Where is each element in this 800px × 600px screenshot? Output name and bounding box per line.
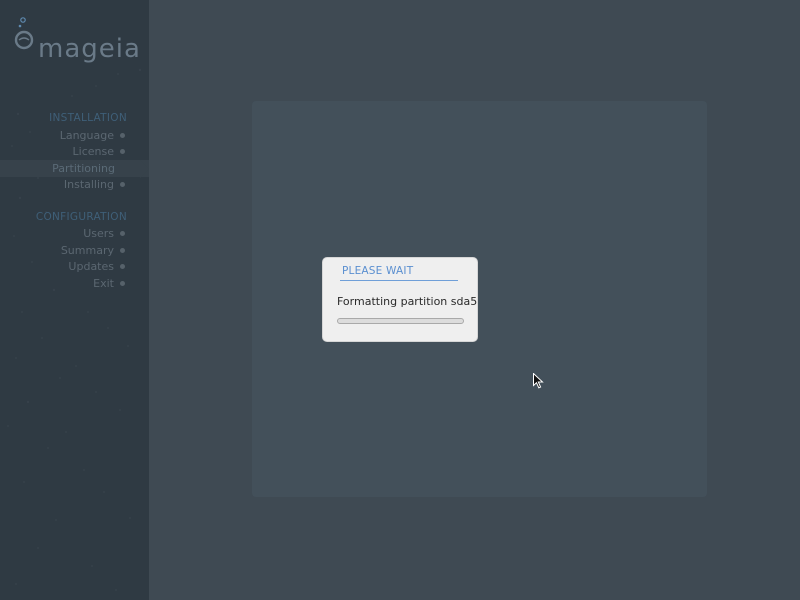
step-bullet-icon — [120, 247, 125, 253]
step-users: Users — [83, 225, 125, 241]
step-summary: Summary — [61, 242, 125, 258]
progress-bar — [337, 318, 464, 324]
step-installing: Installing — [64, 176, 125, 192]
step-bullet-icon — [120, 181, 125, 187]
step-license: License — [73, 143, 125, 159]
step-exit: Exit — [93, 275, 125, 291]
logo-text: mageia — [38, 34, 141, 64]
arrow-cursor-icon — [533, 373, 544, 389]
step-label: Exit — [93, 276, 114, 290]
step-label: Partitioning — [52, 162, 115, 175]
mageia-logo: mageia — [12, 14, 142, 62]
dialog-message: Formatting partition sda5 — [337, 295, 478, 308]
step-updates: Updates — [68, 258, 125, 274]
step-label: Language — [59, 128, 114, 142]
step-bullet-icon — [120, 263, 125, 269]
installer-sidebar: mageia INSTALLATION Language License Par… — [0, 0, 149, 600]
main-content-panel — [252, 101, 707, 497]
active-step-arrow-icon — [140, 160, 149, 178]
step-partitioning-active: Partitioning — [0, 160, 149, 177]
step-language: Language — [60, 127, 125, 143]
step-label: License — [72, 144, 114, 158]
step-bullet-icon — [120, 132, 125, 138]
step-bullet-icon — [120, 230, 125, 236]
dialog-title: PLEASE WAIT — [342, 265, 414, 277]
step-label: Installing — [63, 177, 114, 191]
dialog-title-underline — [340, 280, 458, 281]
step-label: Users — [83, 226, 114, 240]
section-heading-configuration: CONFIGURATION — [35, 211, 127, 223]
step-label: Updates — [68, 259, 114, 273]
step-bullet-icon — [120, 280, 125, 286]
step-bullet-icon — [120, 148, 125, 154]
mageia-logo-icon — [14, 17, 34, 50]
section-heading-installation: INSTALLATION — [49, 112, 127, 124]
please-wait-dialog: PLEASE WAIT Formatting partition sda5 — [323, 258, 477, 341]
step-label: Summary — [60, 243, 114, 257]
sidebar-dot-pattern — [7, 68, 142, 591]
